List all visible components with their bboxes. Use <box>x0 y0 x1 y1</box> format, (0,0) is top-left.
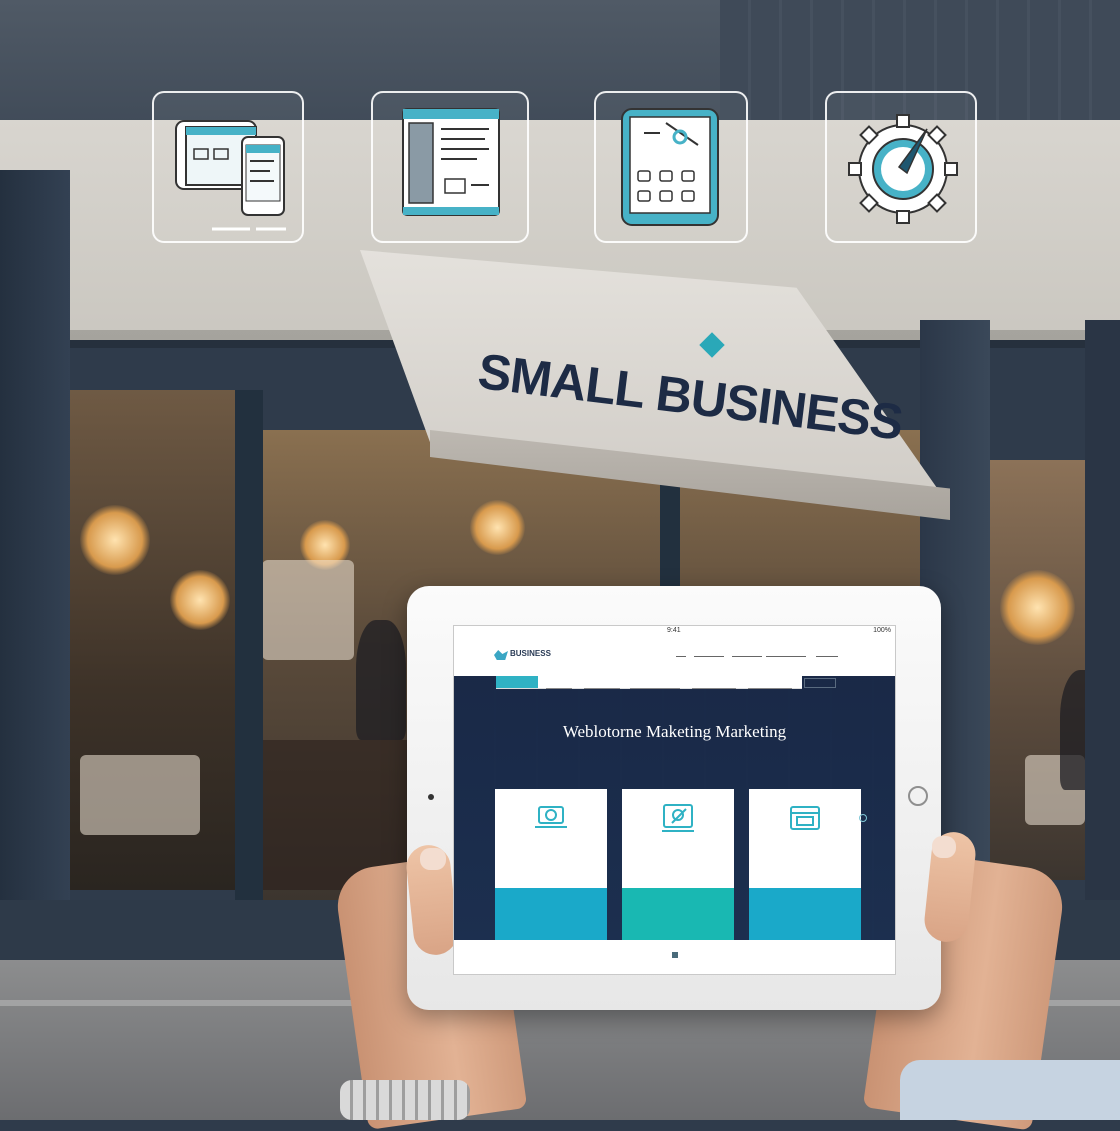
card-band <box>495 888 607 943</box>
gear-compass-icon <box>825 91 977 243</box>
pendant-lamp <box>170 570 230 630</box>
hero-subtitle <box>454 746 895 755</box>
pillar-far-right <box>1085 320 1120 930</box>
site-logo-tagline <box>510 659 511 664</box>
status-battery: 100% <box>873 627 891 634</box>
laptop-icon <box>535 806 567 828</box>
hero-title: Weblotorne Maketing Marketing <box>562 722 787 741</box>
site-logo-text[interactable]: BUSINESS <box>510 649 551 658</box>
interior-monitor <box>80 755 200 835</box>
header-link[interactable] <box>732 652 762 657</box>
tablet-home-button[interactable] <box>908 786 928 806</box>
pendant-lamp <box>470 500 525 555</box>
nav-tab[interactable] <box>546 676 572 689</box>
pillar-left <box>0 170 70 930</box>
responsive-devices-icon <box>152 91 304 243</box>
card-band <box>622 888 734 943</box>
person-silhouette <box>356 620 406 740</box>
left-thumb-nail <box>420 848 446 870</box>
nav-tab[interactable] <box>496 676 538 688</box>
window-frame <box>235 390 263 910</box>
pendant-lamp <box>1000 570 1075 645</box>
carousel-dot[interactable] <box>859 814 867 822</box>
service-card[interactable] <box>622 789 734 943</box>
tablet-apps-icon <box>594 91 748 243</box>
browser-icon <box>790 806 820 830</box>
nav-tab[interactable] <box>584 676 620 689</box>
site-footer <box>454 940 895 974</box>
status-time: 9:41 <box>667 627 681 634</box>
pendant-lamp <box>80 505 150 575</box>
tools-icon <box>662 804 694 832</box>
header-link[interactable] <box>766 652 806 657</box>
service-card[interactable] <box>749 789 861 943</box>
web-page-layout-icon <box>371 91 529 243</box>
header-link[interactable] <box>816 652 838 657</box>
shirt-sleeve <box>900 1060 1120 1120</box>
site-nav <box>496 674 802 689</box>
service-card[interactable] <box>495 789 607 943</box>
nav-tab[interactable] <box>804 678 836 688</box>
tablet-camera <box>428 794 434 800</box>
tablet-screen[interactable]: 9:41 100% BUSINESS Weblotorne Maketing M… <box>453 625 896 975</box>
interior-screen <box>262 560 354 660</box>
footer-icon[interactable] <box>672 952 678 958</box>
hero-kicker <box>454 713 895 719</box>
nav-tab[interactable] <box>630 676 680 689</box>
header-link[interactable] <box>676 652 686 657</box>
right-thumb-nail <box>932 836 956 858</box>
nav-tab[interactable] <box>748 676 792 689</box>
status-bar: 9:41 100% <box>454 626 895 636</box>
bracelet <box>340 1080 470 1120</box>
card-band <box>749 888 861 943</box>
header-link[interactable] <box>694 652 724 657</box>
nav-tab[interactable] <box>692 676 736 689</box>
